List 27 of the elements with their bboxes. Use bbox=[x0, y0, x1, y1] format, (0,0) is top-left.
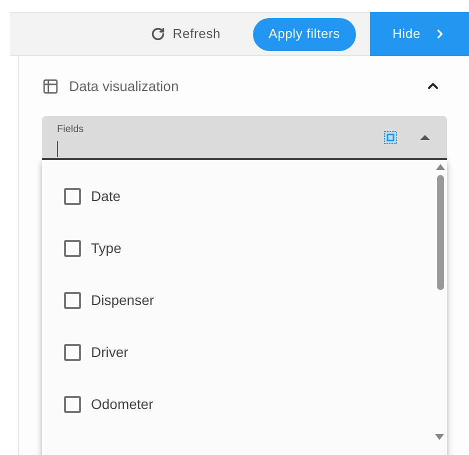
refresh-icon bbox=[150, 27, 165, 41]
option-item[interactable]: Date bbox=[42, 170, 447, 222]
checkbox[interactable] bbox=[64, 396, 81, 412]
table-icon bbox=[42, 78, 59, 94]
option-label: Driver bbox=[91, 342, 128, 362]
scrollbar-thumb[interactable] bbox=[436, 175, 444, 290]
option-label: Date bbox=[91, 186, 121, 206]
fields-label: Fields bbox=[57, 123, 85, 137]
option-label: Odometer bbox=[91, 394, 154, 414]
option-item[interactable]: Type bbox=[42, 222, 447, 274]
checkbox[interactable] bbox=[64, 240, 81, 256]
option-item[interactable]: Odometer bbox=[42, 378, 447, 430]
checkbox[interactable] bbox=[64, 344, 81, 360]
option-label: Dispenser bbox=[91, 290, 154, 310]
option-item[interactable]: Dispenser bbox=[42, 274, 447, 326]
scroll-up-icon[interactable] bbox=[436, 164, 444, 170]
checkbox[interactable] bbox=[64, 292, 81, 308]
checkbox[interactable] bbox=[64, 188, 81, 204]
scroll-down-icon[interactable] bbox=[435, 434, 444, 440]
select-all-icon[interactable] bbox=[384, 131, 397, 144]
section-header[interactable]: Data visualization bbox=[19, 56, 469, 116]
option-item[interactable]: Driver bbox=[42, 326, 447, 378]
option-label: Type bbox=[91, 238, 122, 258]
section-title: Data visualization bbox=[69, 76, 180, 96]
dropdown-arrow-icon[interactable] bbox=[420, 135, 430, 140]
fields-select[interactable]: Fields bbox=[42, 116, 447, 160]
refresh-button[interactable]: Refresh bbox=[150, 24, 221, 44]
